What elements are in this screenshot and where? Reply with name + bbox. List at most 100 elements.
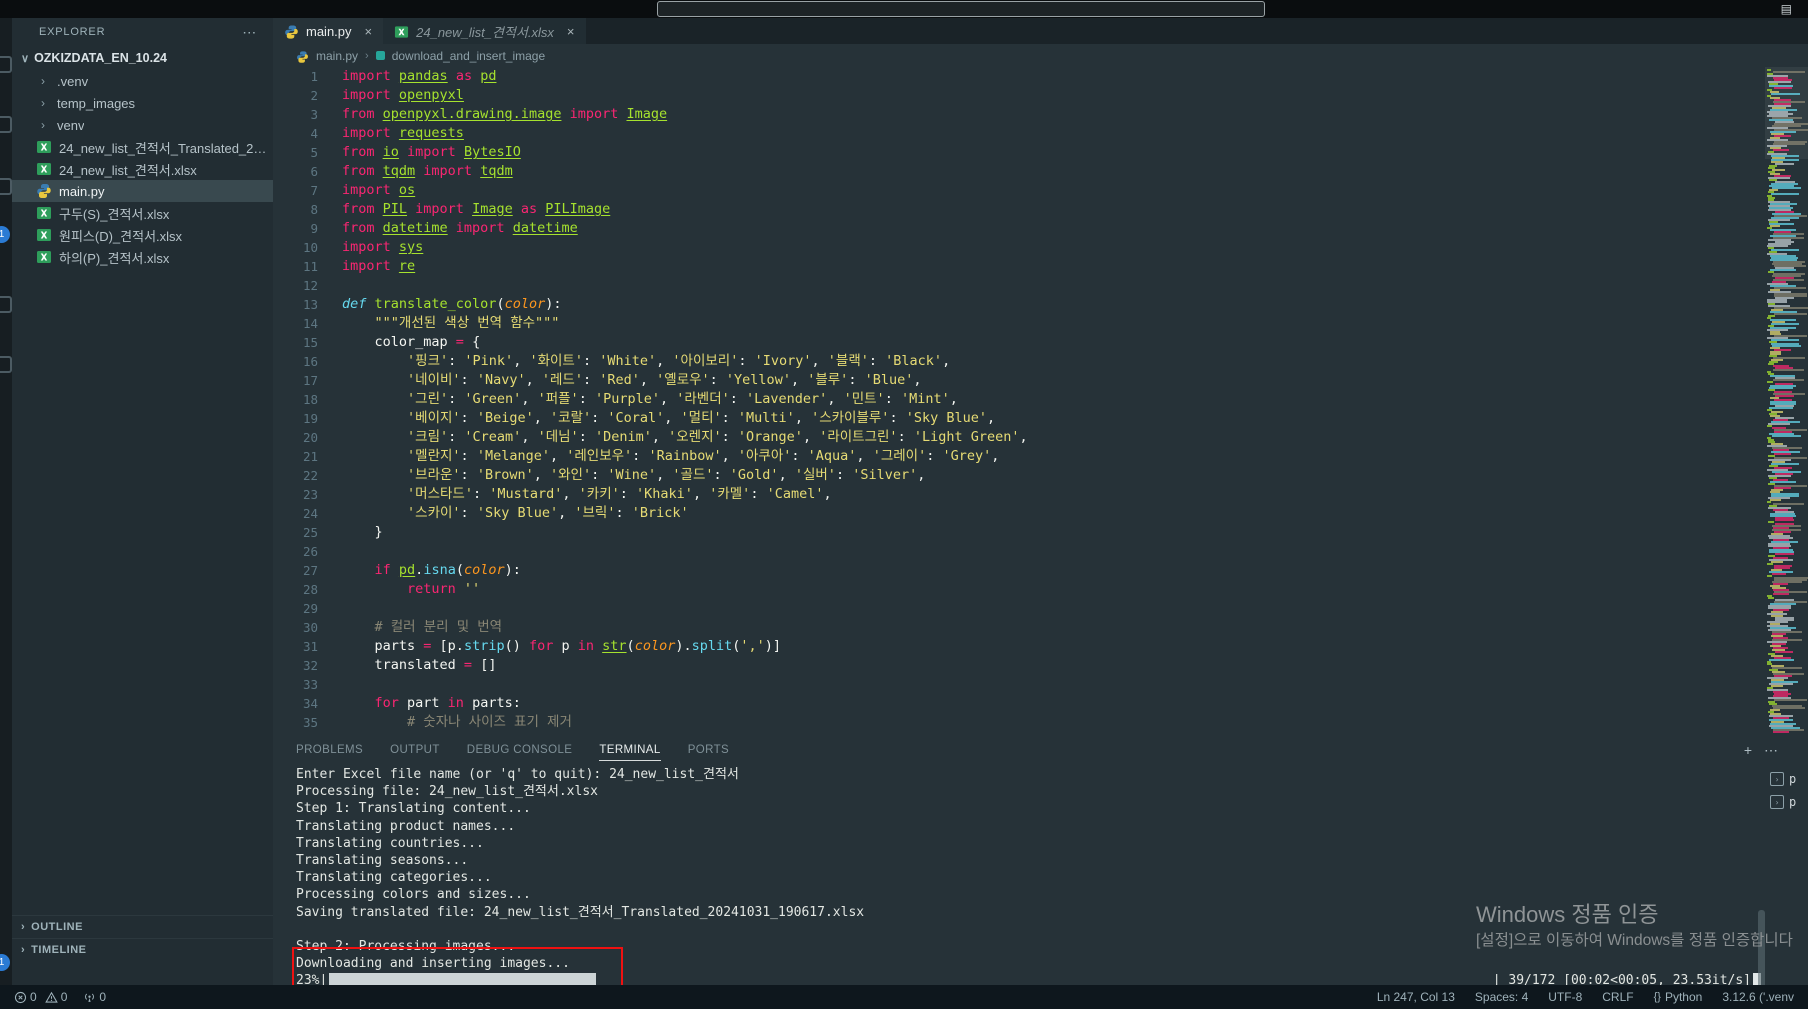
chevron-right-icon: › <box>365 49 369 62</box>
activity-icon-fragment[interactable] <box>0 296 12 313</box>
workspace-root-folder[interactable]: ∨ OZKIZDATA_EN_10.24 <box>12 46 273 70</box>
terminal-line: Translating seasons... <box>296 852 469 868</box>
line-number: 3 <box>310 107 318 122</box>
code-line: 31 parts = [p.strip() for p in str(color… <box>273 637 1765 656</box>
file-item-.venv[interactable]: › .venv <box>12 70 273 92</box>
chevron-down-icon: ∨ <box>21 52 30 65</box>
code-line: 26 <box>273 542 1765 561</box>
status-label: Spaces: 4 <box>1474 990 1529 1004</box>
status-cursor-position[interactable]: Ln 247, Col 13 <box>1377 990 1455 1004</box>
status-bar: 0 0 0 Ln 247, Col 13 Spaces: 4 UTF-8 CRLF {}… <box>0 985 1808 1009</box>
tab-excel-file[interactable]: 24_new_list_견적서.xlsx × <box>383 18 586 44</box>
timeline-section[interactable]: › TIMELINE <box>12 938 273 961</box>
terminal-instance-label: p <box>1789 795 1797 809</box>
line-number: 25 <box>302 525 318 540</box>
code-line: 30 # 컬러 분리 및 번역 <box>273 618 1765 637</box>
line-number: 33 <box>302 677 318 692</box>
status-label: Python <box>1664 990 1703 1004</box>
file-item--p-_-.xlsx[interactable]: 하의(P)_견적서.xlsx <box>12 246 273 268</box>
file-name: .venv <box>57 73 89 89</box>
code-line: 29 <box>273 599 1765 618</box>
terminal-instance[interactable]: › p <box>1766 792 1808 812</box>
line-number: 29 <box>302 601 318 616</box>
panel-more-icon[interactable]: ⋯ <box>1764 742 1778 759</box>
status-language-mode[interactable]: {} Python <box>1654 990 1703 1004</box>
line-number: 23 <box>302 487 318 502</box>
minimap[interactable] <box>1765 67 1808 737</box>
code-line: 18 '그린': 'Green', '퍼플': 'Purple', '라벤더':… <box>273 390 1765 409</box>
code-line: 16 '핑크': 'Pink', '화이트': 'White', '아이보리':… <box>273 352 1765 371</box>
panel-tab-debug-console[interactable]: DEBUG CONSOLE <box>467 740 573 760</box>
chevron-right-icon: › <box>41 74 45 88</box>
panel-tab-output[interactable]: OUTPUT <box>390 740 440 760</box>
line-number: 13 <box>302 297 318 312</box>
python-file-icon <box>296 49 309 63</box>
outline-section[interactable]: › OUTLINE <box>12 915 273 938</box>
file-item-24_new_list_-_translated_2024...[interactable]: 24_new_list_견적서_Translated_2024... <box>12 136 273 158</box>
line-number: 12 <box>302 278 318 293</box>
status-eol[interactable]: CRLF <box>1602 990 1633 1004</box>
file-list: › .venv › temp_images › venv 24_new_list_견적서_T… <box>12 70 273 268</box>
close-icon[interactable]: × <box>567 24 575 39</box>
file-item-temp_images[interactable]: › temp_images <box>12 92 273 114</box>
activity-icon-fragment[interactable] <box>0 56 12 73</box>
panel-actions: + ⋯ <box>1744 737 1778 763</box>
line-number: 30 <box>302 620 318 635</box>
terminal-instance[interactable]: › p <box>1766 769 1808 789</box>
code-line: 14 """개선된 색상 번역 함수""" <box>273 314 1765 333</box>
explorer-more-actions-icon[interactable]: ⋯ <box>242 24 257 41</box>
panel-tab-problems[interactable]: PROBLEMS <box>296 740 363 760</box>
file-name: main.py <box>59 183 105 199</box>
ports-indicator[interactable]: 0 <box>83 990 106 1004</box>
line-number: 18 <box>302 392 318 407</box>
chevron-right-icon: › <box>21 944 26 956</box>
ports-count: 0 <box>99 990 107 1004</box>
activity-badge: 1 <box>0 954 10 971</box>
file-item-main.py[interactable]: main.py <box>12 180 273 202</box>
outline-label: OUTLINE <box>31 921 83 933</box>
file-name: temp_images <box>57 95 136 111</box>
code-line: 27 if pd.isna(color): <box>273 561 1765 580</box>
warning-icon <box>44 991 58 1003</box>
code-editor[interactable]: 1 import pandas as pd 2 import openpyxl 3 fro… <box>273 67 1765 737</box>
file-item--d-_-.xlsx[interactable]: 원피스(D)_견적서.xlsx <box>12 224 273 246</box>
panel-tab-ports[interactable]: PORTS <box>688 740 729 760</box>
status-label: CRLF <box>1602 990 1634 1004</box>
excel-file-icon <box>36 139 52 155</box>
file-name: venv <box>57 117 85 133</box>
line-number: 32 <box>302 658 318 673</box>
code-line: 13 def translate_color(color): <box>273 295 1765 314</box>
activity-icon-fragment[interactable] <box>0 178 12 195</box>
activity-icon-fragment[interactable] <box>0 116 12 133</box>
status-python-interpreter[interactable]: 3.12.6 ('.venv <box>1722 990 1794 1004</box>
close-icon[interactable]: × <box>365 24 373 39</box>
status-indentation[interactable]: Spaces: 4 <box>1475 990 1528 1004</box>
tab-main-py[interactable]: main.py × <box>273 18 384 44</box>
file-item-venv[interactable]: › venv <box>12 114 273 136</box>
file-item--s-_-.xlsx[interactable]: 구두(S)_견적서.xlsx <box>12 202 273 224</box>
breadcrumb-symbol[interactable]: download_and_insert_image <box>392 49 545 63</box>
terminal[interactable]: Enter Excel file name (or 'q' to quit): … <box>273 763 1808 993</box>
layout-icon[interactable]: ▤ <box>1781 1 1792 17</box>
python-file-icon <box>284 24 299 39</box>
activity-icon-fragment[interactable] <box>0 356 12 373</box>
status-encoding[interactable]: UTF-8 <box>1548 990 1582 1004</box>
code-line: 34 for part in parts: <box>273 694 1765 713</box>
new-terminal-icon[interactable]: + <box>1744 742 1752 758</box>
code-line: 10 import sys <box>273 238 1765 257</box>
terminal-scrollbar[interactable] <box>1758 910 1765 988</box>
command-center[interactable] <box>657 1 1265 17</box>
code-line: 32 translated = [] <box>273 656 1765 675</box>
breadcrumb: main.py › download_and_insert_image <box>273 44 1808 67</box>
panel-tab-terminal[interactable]: TERMINAL <box>599 740 661 761</box>
code-line: 22 '브라운': 'Brown', '와인': 'Wine', '골드': '… <box>273 466 1765 485</box>
radio-tower-icon <box>85 993 95 1002</box>
code-lines: 1 import pandas as pd 2 import openpyxl 3 fro… <box>273 67 1765 732</box>
status-label: 3.12.6 ('.venv <box>1722 990 1794 1004</box>
explorer-sidebar: EXPLORER ⋯ ∨ OZKIZDATA_EN_10.24 › .venv › t… <box>12 18 273 985</box>
line-number: 26 <box>302 544 318 559</box>
terminal-instance-list: › p › p <box>1766 769 1808 812</box>
file-item-24_new_list_-.xlsx[interactable]: 24_new_list_견적서.xlsx <box>12 158 273 180</box>
problems-indicator[interactable]: 0 0 <box>14 990 67 1004</box>
breadcrumb-file[interactable]: main.py <box>316 49 358 63</box>
